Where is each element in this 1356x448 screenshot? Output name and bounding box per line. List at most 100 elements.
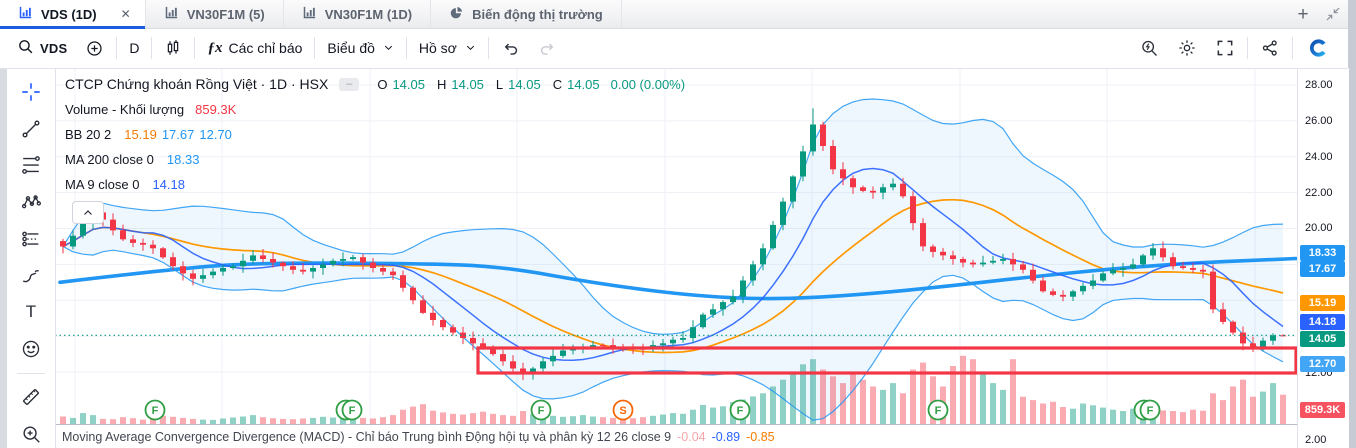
ma9-value: 14.18 bbox=[152, 176, 185, 192]
collapse-window-icon[interactable] bbox=[1318, 0, 1348, 28]
settings-gear-icon[interactable] bbox=[1168, 33, 1206, 63]
price-axis[interactable]: 28.00 26.00 24.00 22.00 20.00 12.00 2.00 18.33 1… bbox=[1297, 68, 1349, 448]
trend-line-tool-icon[interactable] bbox=[16, 115, 46, 143]
event-marker-F[interactable]: F bbox=[349, 405, 356, 417]
position-tool-icon[interactable] bbox=[16, 225, 46, 253]
tab-close-icon[interactable]: ✕ bbox=[119, 7, 133, 21]
fib-retracement-tool-icon[interactable] bbox=[16, 151, 46, 179]
layout-label: Biểu đồ bbox=[327, 40, 375, 56]
drawing-toolbar: T bbox=[7, 68, 56, 448]
indicators-button[interactable]: ƒx Các chỉ báo bbox=[198, 33, 311, 63]
event-marker-S[interactable]: S bbox=[619, 405, 626, 417]
bb-basis-value: 15.19 bbox=[124, 126, 157, 142]
chart-legend: CTCP Chứng khoán Rồng Việt · 1D · HSX – … bbox=[65, 76, 685, 201]
add-tab-button[interactable]: + bbox=[1288, 0, 1318, 28]
toolbar-divider bbox=[151, 37, 153, 59]
left-window-edge bbox=[0, 68, 7, 448]
brush-tool-icon[interactable] bbox=[16, 262, 46, 290]
pattern-tool-icon[interactable] bbox=[16, 188, 46, 216]
ma200-value: 18.33 bbox=[166, 151, 200, 167]
tab-label: VDS (1D) bbox=[41, 6, 97, 22]
toolbar-divider bbox=[487, 37, 489, 59]
tab-label: Biến động thị trường bbox=[472, 6, 603, 22]
volume-indicator-label[interactable]: Volume - Khối lượng bbox=[65, 102, 184, 117]
bb-upper-value: 17.67 bbox=[161, 126, 195, 142]
event-marker-F[interactable]: F bbox=[152, 405, 159, 417]
event-marker-F[interactable]: F bbox=[538, 405, 545, 417]
share-icon[interactable] bbox=[1251, 33, 1289, 63]
tab-vn30f1m-5[interactable]: VN30F1M (5) bbox=[146, 0, 284, 28]
volume-value: 859.3K bbox=[195, 101, 237, 117]
chart-tab-icon bbox=[18, 5, 33, 23]
axis-price-badge: 12.70 bbox=[1300, 356, 1345, 372]
text-tool-icon[interactable]: T bbox=[16, 298, 46, 326]
search-icon bbox=[17, 38, 34, 58]
ma200-indicator-label[interactable]: MA 200 close 0 bbox=[65, 152, 154, 167]
ohlc-close-value: 14.05 bbox=[567, 76, 600, 92]
symbol-name: VDS bbox=[40, 40, 68, 56]
chart-toolbar: VDS D ƒx Các chỉ báo Biểu đồ Hồ sơ bbox=[0, 28, 1348, 69]
pie-chart-icon bbox=[449, 5, 464, 23]
ohlc-close-label: C bbox=[552, 76, 563, 92]
undo-button[interactable] bbox=[492, 33, 529, 63]
drawbar-divider bbox=[17, 372, 45, 374]
legend-collapse-button[interactable] bbox=[72, 201, 104, 224]
layout-menu-button[interactable]: Biểu đồ bbox=[318, 33, 402, 63]
pane-separator[interactable] bbox=[55, 424, 1348, 425]
compare-button[interactable] bbox=[76, 33, 113, 63]
tab-label: VN30F1M (1D) bbox=[324, 6, 413, 22]
legend-collapse-chip[interactable]: – bbox=[339, 77, 360, 91]
axis-price-badge: 14.05 bbox=[1300, 331, 1345, 347]
axis-tick: 24.00 bbox=[1305, 151, 1333, 163]
tab-label: VN30F1M (5) bbox=[186, 6, 265, 22]
quick-search-icon[interactable] bbox=[1130, 33, 1168, 63]
fx-icon: ƒx bbox=[207, 39, 223, 56]
ohlc-open-value: 14.05 bbox=[392, 76, 425, 92]
ohlc-low-value: 14.05 bbox=[508, 76, 541, 92]
interval-button[interactable]: D bbox=[120, 33, 148, 63]
bb-indicator-label[interactable]: BB 20 2 bbox=[65, 127, 111, 142]
ma9-indicator-label[interactable]: MA 9 close 0 bbox=[65, 177, 139, 192]
crosshair-tool-icon[interactable] bbox=[16, 78, 46, 106]
axis-price-badge: 18.33 bbox=[1300, 245, 1345, 261]
axis-tick: 22.00 bbox=[1305, 187, 1333, 199]
symbol-search-button[interactable]: VDS bbox=[8, 33, 76, 63]
axis-tick: 26.00 bbox=[1305, 115, 1333, 127]
tabbar-spacer bbox=[622, 0, 1288, 28]
macd-label[interactable]: Moving Average Convergence Divergence (M… bbox=[62, 430, 671, 444]
event-marker-F[interactable]: F bbox=[1147, 405, 1154, 417]
chart-tab-icon bbox=[164, 5, 179, 23]
emoji-tool-icon[interactable] bbox=[16, 335, 46, 363]
event-marker-F[interactable]: F bbox=[737, 405, 744, 417]
chevron-down-icon bbox=[465, 40, 476, 56]
axis-tick: 2.00 bbox=[1305, 434, 1327, 446]
toolbar-divider bbox=[194, 37, 196, 59]
symbol-title[interactable]: CTCP Chứng khoán Rồng Việt · 1D · HSX bbox=[65, 76, 328, 92]
tab-vn30f1m-1d[interactable]: VN30F1M (1D) bbox=[284, 0, 432, 28]
event-marker-F[interactable]: F bbox=[935, 405, 942, 417]
axis-tick: 28.00 bbox=[1305, 79, 1333, 91]
axis-price-badge: 17.67 bbox=[1300, 261, 1345, 277]
tab-market-movement[interactable]: Biến động thị trường bbox=[431, 0, 622, 28]
axis-tick: 20.00 bbox=[1305, 222, 1333, 234]
axis-price-badge: 15.19 bbox=[1300, 295, 1345, 311]
macd-legend: Moving Average Convergence Divergence (M… bbox=[62, 430, 775, 444]
ohlc-high-label: H bbox=[436, 76, 447, 92]
tab-vds-1d[interactable]: VDS (1D) ✕ bbox=[0, 0, 146, 29]
indicators-label: Các chỉ báo bbox=[228, 40, 303, 56]
fullscreen-icon[interactable] bbox=[1206, 33, 1244, 63]
chart-type-button[interactable] bbox=[155, 33, 191, 63]
profile-menu-button[interactable]: Hồ sơ bbox=[410, 33, 485, 63]
toolbar-divider bbox=[314, 37, 316, 59]
zoom-in-tool-icon[interactable] bbox=[16, 420, 46, 448]
ohlc-low-label: L bbox=[495, 76, 504, 92]
right-window-edge[interactable] bbox=[1348, 0, 1356, 448]
macd-line-value: -0.89 bbox=[711, 430, 741, 444]
toolbar-divider bbox=[405, 37, 407, 59]
axis-price-badge: 14.18 bbox=[1300, 314, 1345, 330]
redo-button[interactable] bbox=[529, 33, 566, 63]
axis-price-badge: 859.3K bbox=[1300, 402, 1345, 418]
ruler-tool-icon[interactable] bbox=[16, 384, 46, 412]
broker-logo[interactable] bbox=[1296, 33, 1340, 63]
toolbar-right-group bbox=[1130, 33, 1340, 63]
